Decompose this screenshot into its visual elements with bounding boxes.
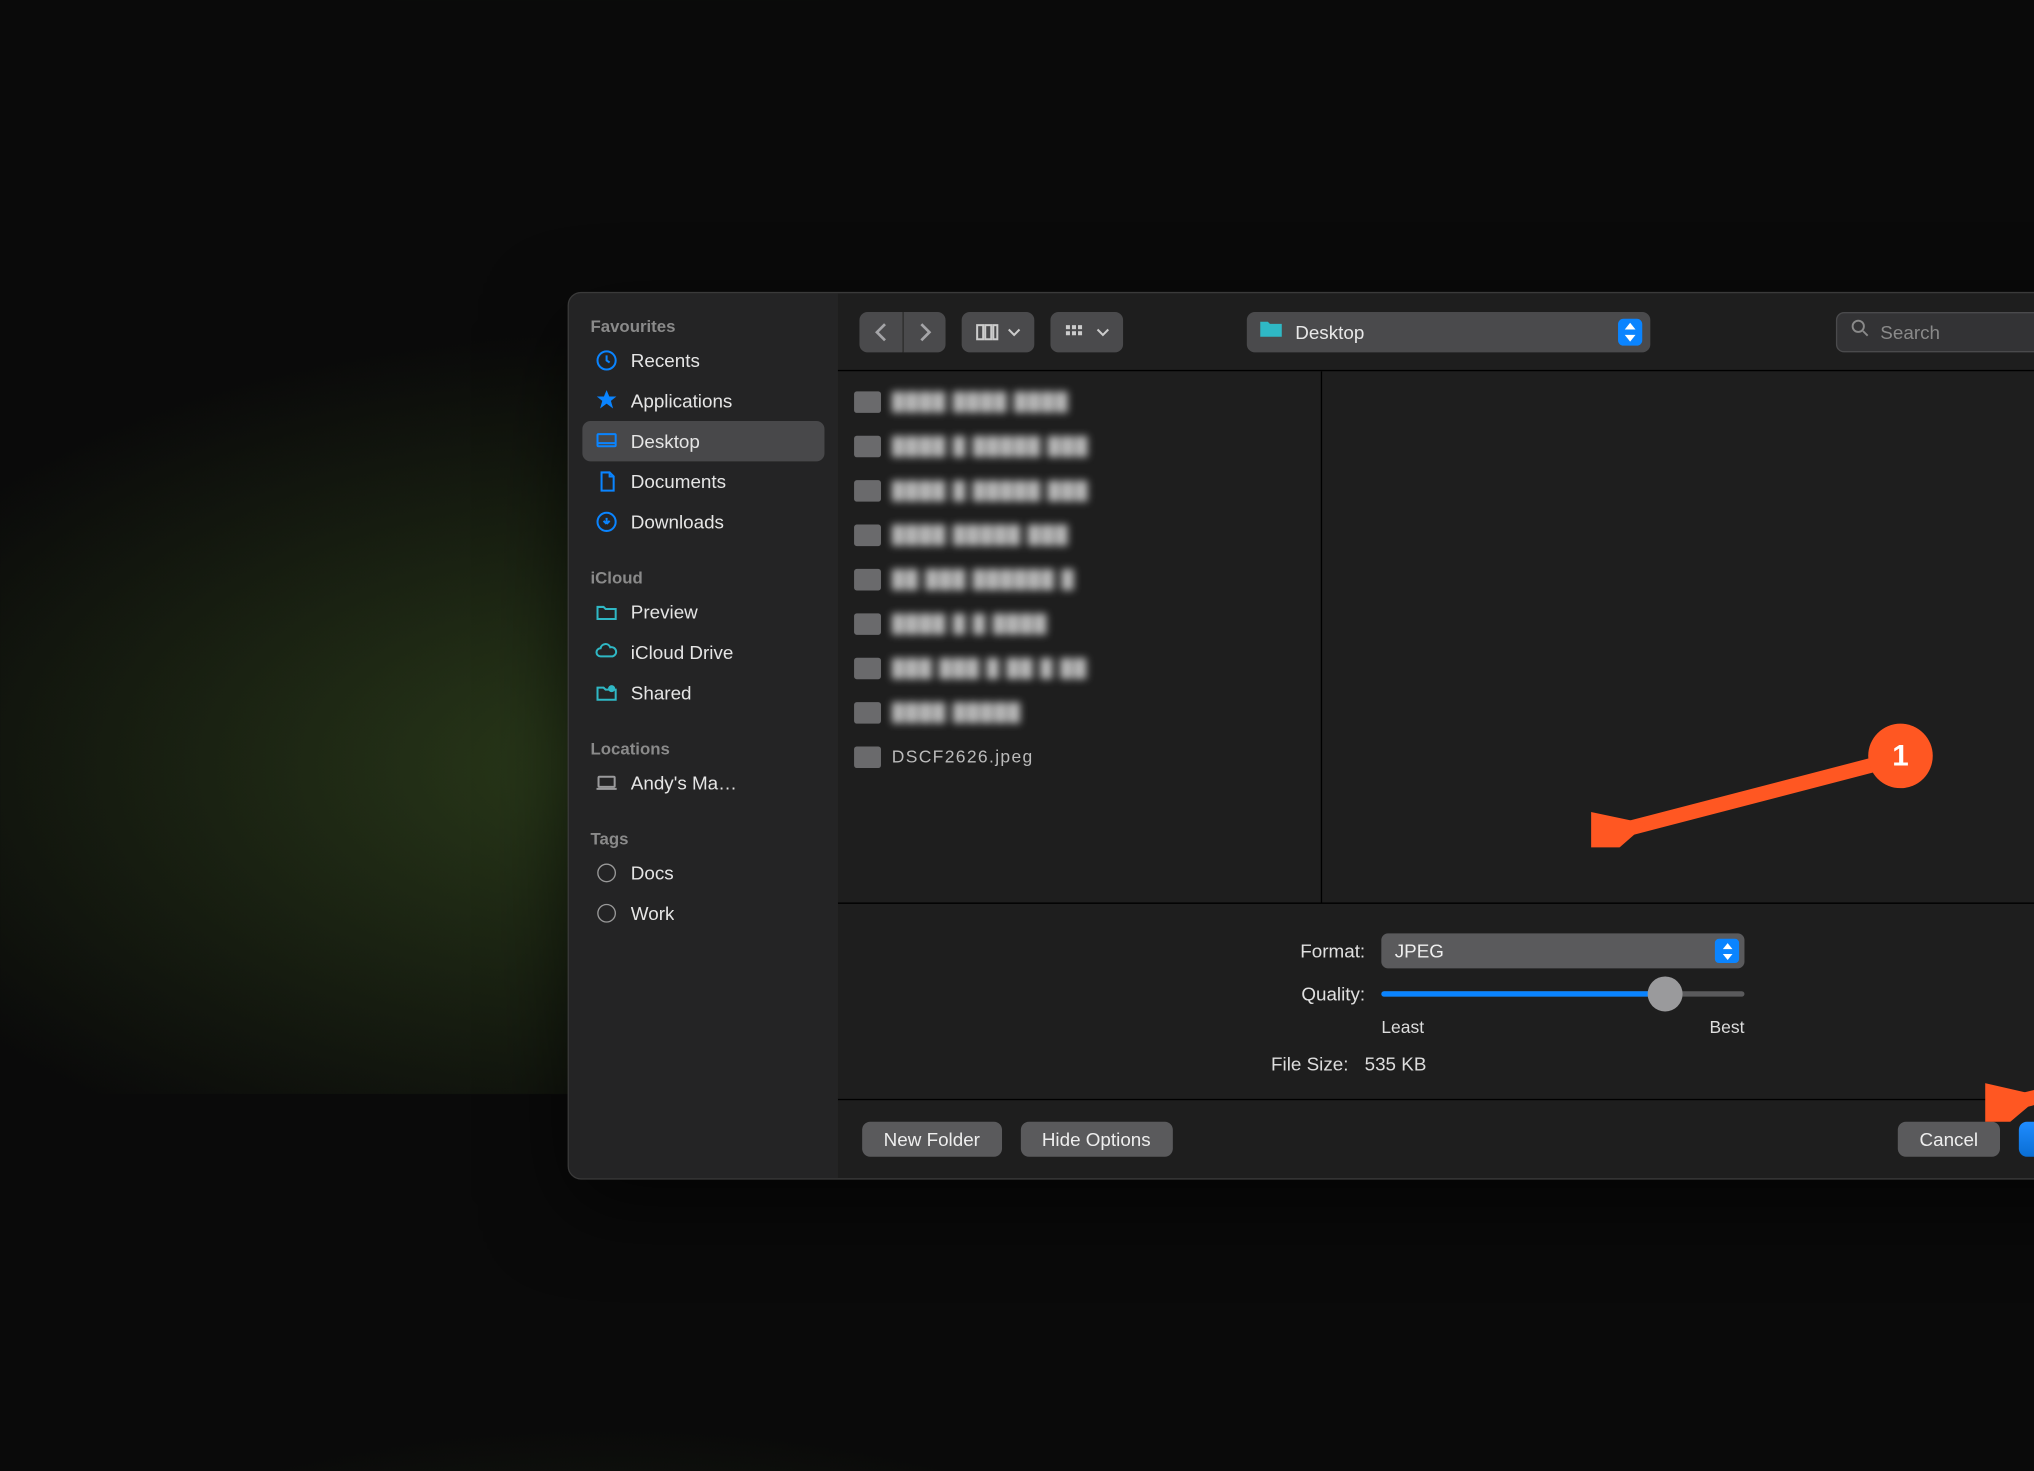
desktop-icon (593, 428, 620, 455)
chevron-down-icon (1007, 326, 1020, 337)
quality-label: Quality: (854, 983, 1365, 1005)
file-row[interactable]: ███ ███ █ ██ █ ██ (838, 646, 1321, 690)
sidebar-item-label: Preview (631, 601, 698, 623)
file-row[interactable]: DSCF2626.jpeg (838, 734, 1321, 778)
quality-max-label: Best (1709, 1017, 1744, 1037)
clock-icon (593, 347, 620, 374)
tag-dot-icon (593, 900, 620, 927)
back-button[interactable] (859, 311, 902, 351)
forward-button[interactable] (902, 311, 945, 351)
sidebar-heading-locations: Locations (582, 732, 824, 763)
sidebar-item-label: iCloud Drive (631, 642, 734, 664)
document-icon (593, 468, 620, 495)
content: ████ ████ ████ ████ █ █████ ███ ████ █ █… (838, 371, 2034, 1178)
quality-min-label: Least (1381, 1017, 1424, 1037)
file-row[interactable]: ████ █ █ ████ (838, 601, 1321, 645)
location-popup[interactable]: Desktop (1247, 311, 1651, 351)
download-icon (593, 508, 620, 535)
file-row[interactable]: ████ █ █████ ███ (838, 468, 1321, 512)
filesize-label: File Size: (1271, 1053, 1348, 1075)
file-row[interactable]: ████ █████ (838, 690, 1321, 734)
sidebar-item-location[interactable]: Andy's Ma… (582, 763, 824, 803)
format-popup[interactable]: JPEG (1381, 933, 1744, 968)
apps-icon (593, 387, 620, 414)
file-row[interactable]: ████ ████ ████ (838, 379, 1321, 423)
save-dialog: Favourites Recents Applications Desktop … (568, 292, 2034, 1180)
cloud-icon (593, 639, 620, 666)
format-value: JPEG (1395, 940, 1444, 962)
sidebar: Favourites Recents Applications Desktop … (569, 293, 838, 1178)
filesize-value: 535 KB (1365, 1053, 1427, 1075)
file-row[interactable]: ████ █ █████ ███ (838, 424, 1321, 468)
quality-slider[interactable] (1381, 982, 1744, 1006)
file-browser: ████ ████ ████ ████ █ █████ ███ ████ █ █… (838, 371, 2034, 904)
format-label: Format: (854, 940, 1365, 962)
location-label: Desktop (1295, 321, 1364, 343)
sidebar-heading-icloud: iCloud (582, 561, 824, 592)
updown-icon (1715, 939, 1739, 963)
sidebar-item-label: Shared (631, 682, 692, 704)
sidebar-heading-favourites: Favourites (582, 309, 824, 340)
preview-pane (1322, 371, 2034, 902)
sidebar-item-recents[interactable]: Recents (582, 340, 824, 380)
search-input[interactable] (1880, 321, 2034, 343)
sidebar-item-label: Andy's Ma… (631, 772, 737, 794)
cancel-button[interactable]: Cancel (1898, 1122, 2000, 1157)
toolbar: Desktop (838, 293, 2034, 371)
slider-knob[interactable] (1647, 976, 1682, 1011)
sidebar-item-label: Documents (631, 471, 726, 493)
search-icon (1851, 319, 1870, 345)
search-field[interactable] (1836, 311, 2034, 351)
updown-icon (1618, 318, 1642, 345)
new-folder-button[interactable]: New Folder (862, 1122, 1001, 1157)
sidebar-item-documents[interactable]: Documents (582, 461, 824, 501)
hide-options-button[interactable]: Hide Options (1020, 1122, 1172, 1157)
sidebar-item-label: Work (631, 902, 675, 924)
sidebar-item-label: Desktop (631, 430, 700, 452)
folder-icon (593, 599, 620, 626)
sidebar-heading-tags: Tags (582, 822, 824, 853)
options-panel: Format: JPEG Quality: (838, 904, 2034, 1100)
sidebar-item-tag-work[interactable]: Work (582, 893, 824, 933)
sidebar-item-label: Downloads (631, 511, 724, 533)
sidebar-item-tag-docs[interactable]: Docs (582, 853, 824, 893)
file-column[interactable]: ████ ████ ████ ████ █ █████ ███ ████ █ █… (838, 371, 1322, 902)
sidebar-item-label: Applications (631, 390, 733, 412)
folder-icon (1258, 317, 1285, 345)
sidebar-item-desktop[interactable]: Desktop (582, 421, 824, 461)
file-row[interactable]: ████ █████ ███ (838, 512, 1321, 556)
laptop-icon (593, 769, 620, 796)
view-mode-button[interactable] (962, 311, 1035, 351)
main-pane: Desktop ████ ████ ████ ████ █ █████ ███ … (838, 293, 2034, 1178)
sidebar-item-label: Recents (631, 350, 700, 372)
sidebar-item-applications[interactable]: Applications (582, 381, 824, 421)
sidebar-item-shared[interactable]: Shared (582, 673, 824, 713)
sidebar-item-preview[interactable]: Preview (582, 592, 824, 632)
chevron-down-icon (1096, 326, 1109, 337)
group-button[interactable] (1050, 311, 1123, 351)
choose-button[interactable]: Choose (2018, 1122, 2034, 1157)
file-row[interactable]: ██ ███ ██████ █ (838, 557, 1321, 601)
sidebar-item-downloads[interactable]: Downloads (582, 502, 824, 542)
sidebar-item-icloud-drive[interactable]: iCloud Drive (582, 632, 824, 672)
nav-group (859, 311, 945, 351)
bottom-bar: New Folder Hide Options Cancel Choose (838, 1100, 2034, 1178)
shared-folder-icon (593, 679, 620, 706)
tag-dot-icon (593, 859, 620, 886)
sidebar-item-label: Docs (631, 862, 674, 884)
